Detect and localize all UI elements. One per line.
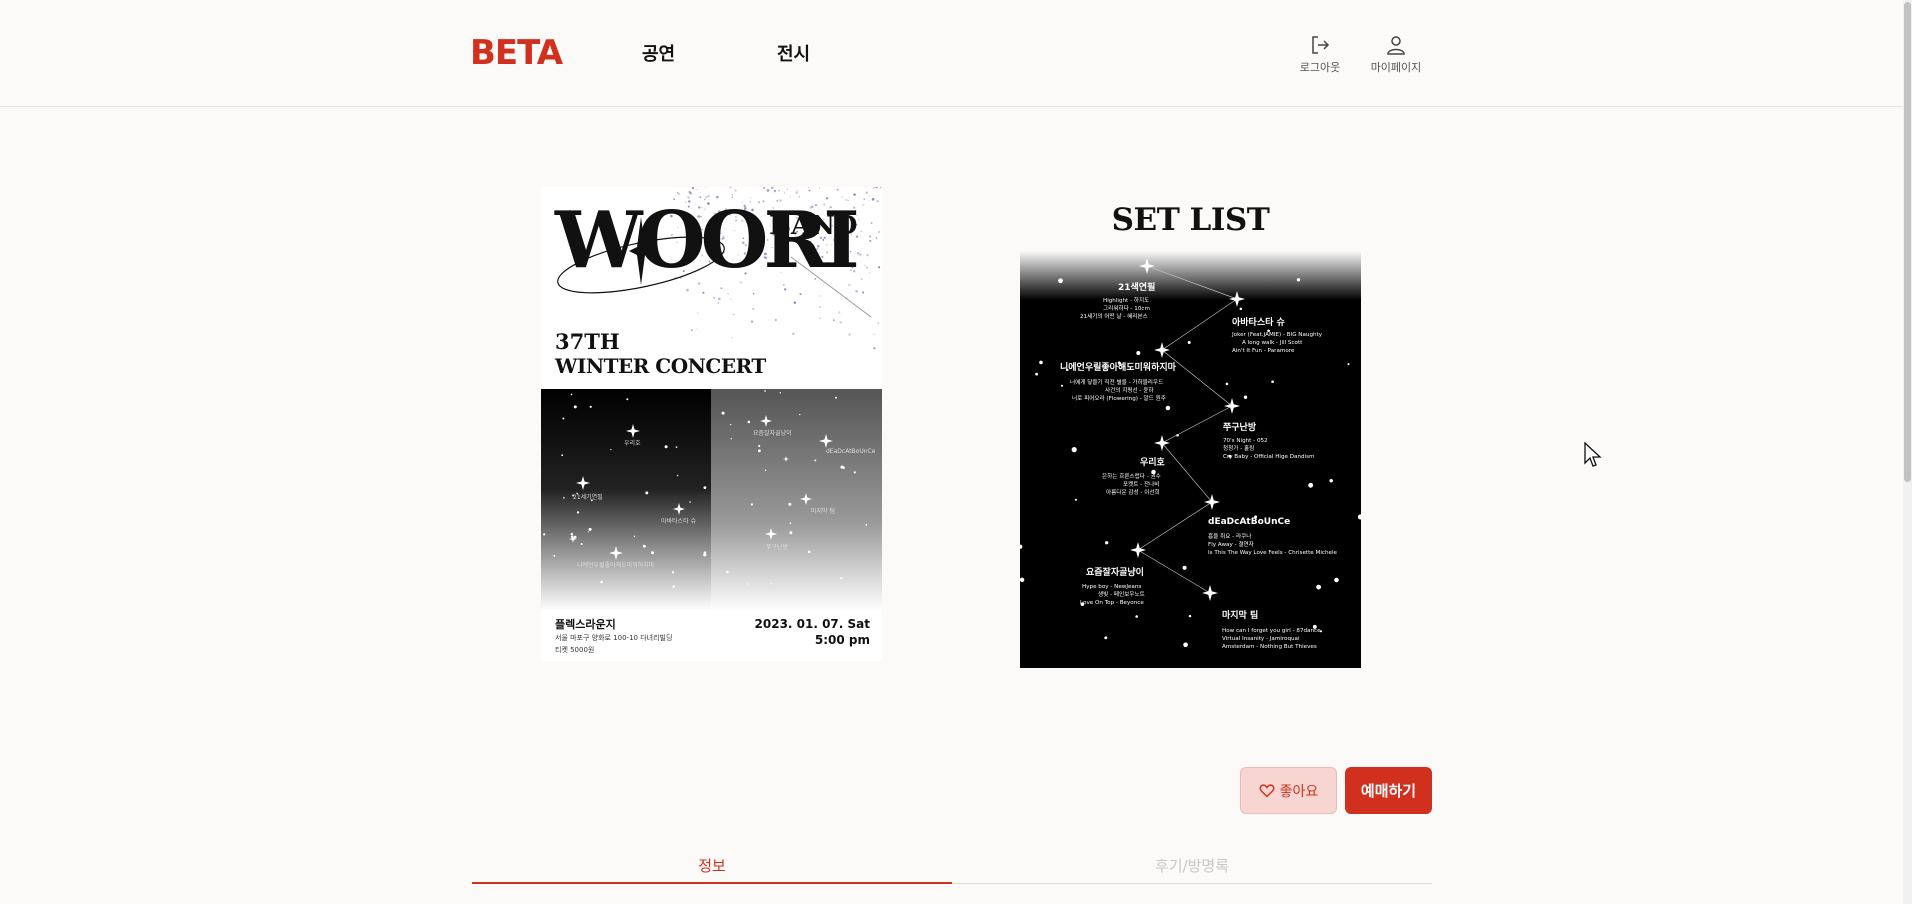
mouse-cursor-icon	[1584, 441, 1602, 467]
setlist-song: 21세기의 어떤 날 - 혜리본스	[1080, 312, 1148, 320]
setlist-song: 70's Night - 052	[1223, 438, 1268, 444]
poster-header: WOORI BAND 37TH WINTER CONCERT	[541, 187, 882, 389]
header: BETA 공연 전시 로그아웃 마이페이지	[0, 0, 1912, 107]
setlist-song: 흡을 취요 - 라쿠나	[1208, 532, 1251, 540]
setlist-song: 아름다운 감성 - 이선희	[1106, 488, 1160, 496]
setlist-song: 사건의 지평선 - 윤하	[1105, 386, 1154, 394]
heart-icon	[1259, 784, 1275, 798]
setlist-image: SET LIST 21색연필 Highlight - 하지도 그리워하다 - 1…	[1018, 192, 1363, 668]
setlist-group-name: 우리호	[1140, 456, 1166, 468]
setlist-song: Love On Top - Beyonce	[1080, 600, 1144, 606]
like-button[interactable]: 좋아요	[1240, 767, 1337, 814]
setlist-song: Amsterdam - Nothing But Thieves	[1222, 644, 1317, 650]
poster-address: 서울 마포구 양화로 100-10 다녀리빌딩	[555, 634, 673, 642]
poster-star-label: 우리호	[624, 439, 641, 447]
poster-star-label: dEaDcAtBoUnCe	[826, 448, 876, 455]
scrollbar[interactable]	[1903, 0, 1912, 904]
setlist-song: Cry Baby - Official Hige Dandism	[1223, 454, 1314, 460]
tab-review[interactable]: 후기/방명록	[952, 850, 1432, 884]
detail-tabs: 정보 후기/방명록	[472, 850, 1432, 904]
poster-star-label: 21세기연필	[573, 493, 603, 501]
setlist-song: Is This The Way Love Feels - Chrisette M…	[1208, 550, 1337, 556]
concert-poster: WOORI BAND 37TH WINTER CONCERT 우리호 21세기연…	[541, 187, 882, 661]
setlist-song: How can I forget you girl - 87dance	[1222, 628, 1321, 634]
like-label: 좋아요	[1279, 783, 1319, 800]
poster-starfield: 우리호 21세기연필 아바타스타 슈 니에언우릴좋아해도미워하지마 요즘잘자골냥…	[541, 389, 882, 611]
user-icon	[1387, 36, 1405, 55]
logout-label: 로그아웃	[1299, 61, 1341, 74]
poster-concert-title: WINTER CONCERT	[555, 354, 766, 378]
poster-footer: 플렉스라운지 서울 마포구 양화로 100-10 다녀리빌딩 티켓 5000원 …	[541, 611, 882, 661]
mypage-button[interactable]: 마이페이지	[1366, 34, 1426, 75]
nav-performance[interactable]: 공연	[642, 40, 675, 66]
poster-star-label: 요즘잘자골냥이	[753, 429, 792, 437]
nav-exhibition[interactable]: 전시	[777, 40, 810, 66]
logout-button[interactable]: 로그아웃	[1296, 34, 1344, 75]
poster-edition: 37TH	[555, 329, 620, 354]
setlist-song: 너로 피어오라 (Flowering) - 알드 원주	[1072, 394, 1166, 402]
setlist-group-name: 아바타스타 슈	[1232, 316, 1285, 328]
setlist-song: Ain't It Fun - Paramore	[1232, 348, 1295, 354]
logo[interactable]: BETA	[470, 33, 563, 73]
setlist-group-name: 마지막 팀	[1222, 609, 1258, 621]
setlist-group-name: 쭈구난방	[1223, 421, 1257, 433]
setlist-group-name: 니에언우릴좋아해도미워하지마	[1060, 361, 1177, 373]
poster-band: BAND	[769, 211, 858, 241]
setlist-group-name: dEaDcAtBoUnCe	[1208, 517, 1290, 527]
setlist-song: 그리워하다 - 10cm	[1103, 304, 1150, 312]
setlist-song: Hype boy - NewJeans	[1082, 584, 1141, 590]
poster-star-label: 마지막 팀	[811, 507, 835, 515]
setlist-song: Highlight - 하지도	[1103, 296, 1149, 304]
setlist-song: 생빛 - 페인보우노트	[1098, 590, 1145, 598]
setlist-song: 은하는 흐른스럽다 - 권수	[1102, 472, 1161, 480]
book-button[interactable]: 예매하기	[1345, 767, 1432, 814]
setlist-art: 21색연필 Highlight - 하지도 그리워하다 - 10cm 21세기의…	[1018, 250, 1363, 668]
logout-icon	[1312, 36, 1330, 54]
poster-venue: 플렉스라운지	[555, 618, 616, 631]
poster-star-label: 쭈구난방	[766, 543, 789, 551]
scrollbar-thumb[interactable]	[1904, 2, 1911, 482]
tab-info[interactable]: 정보	[472, 850, 952, 884]
mypage-label: 마이페이지	[1370, 61, 1422, 74]
poster-star-label: 아바타스타 슈	[661, 517, 697, 525]
poster-date: 2023. 01. 07. Sat	[754, 617, 870, 631]
setlist-song: Virtual Insanity - Jamiroquai	[1222, 636, 1300, 642]
poster-ticket-price: 티켓 5000원	[555, 646, 595, 654]
poster-star-label: 니에언우릴좋아해도미워하지마	[577, 561, 655, 569]
setlist-group-name: 요즘잘자골냥이	[1086, 566, 1144, 578]
setlist-group-name: 21색연필	[1118, 281, 1155, 293]
setlist-song: Joker (Feat.JAMIE) - BIG Naughty	[1231, 332, 1323, 338]
setlist-song: 청청가 - 홀림	[1223, 444, 1254, 452]
setlist-song: 너에게 닿을기 직전 별을 - 가하블리우드	[1070, 378, 1163, 386]
setlist-title: SET LIST	[1111, 202, 1270, 238]
setlist-song: Fly Away - 결연자	[1208, 540, 1254, 548]
poster-time: 5:00 pm	[814, 633, 870, 647]
setlist-song: 포켓트 - 잔나비	[1123, 480, 1159, 488]
setlist-song: A long walk - Jill Scott	[1242, 340, 1303, 346]
